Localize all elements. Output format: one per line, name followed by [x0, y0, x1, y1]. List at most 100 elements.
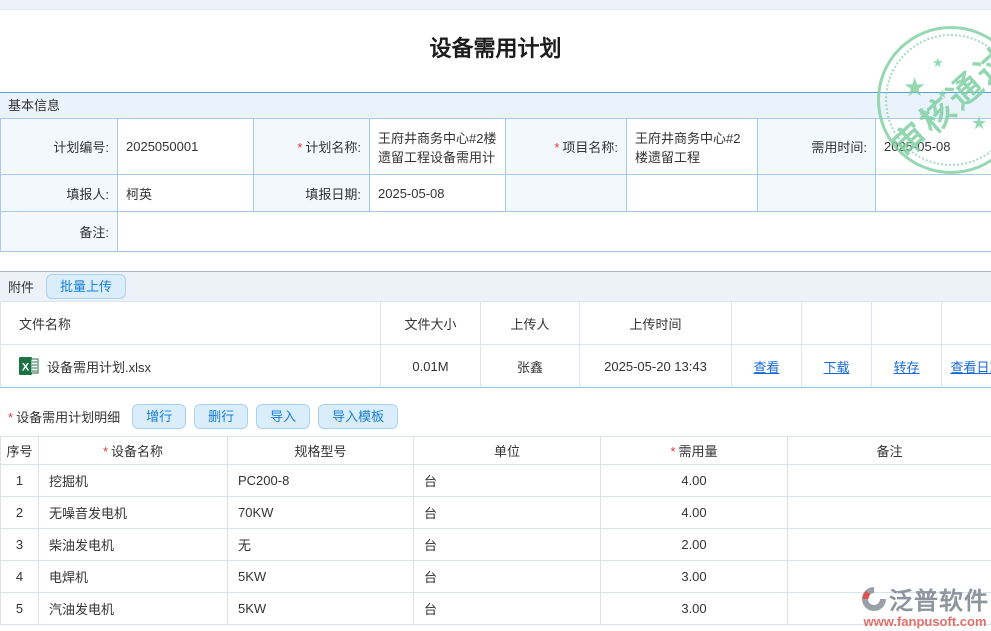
equipment-name-cell: 柴油发电机 [39, 529, 228, 561]
detail-row: 5 汽油发电机 5KW 台 3.00 [1, 593, 991, 625]
value-project-name: 王府井商务中心#2楼遗留工程 [627, 119, 758, 175]
view-log-link[interactable]: 查看日志 [950, 360, 991, 375]
spec-model-cell: 5KW [228, 561, 414, 593]
label-plan-name: *计划名称: [254, 119, 370, 175]
seq-cell: 2 [1, 497, 39, 529]
col-uploader: 上传人 [481, 302, 580, 345]
value-fill-date: 2025-05-08 [370, 175, 506, 212]
spec-model-cell: PC200-8 [228, 465, 414, 497]
svg-text:X: X [22, 362, 30, 374]
batch-upload-button[interactable]: 批量上传 [46, 274, 126, 299]
required-qty-cell: 4.00 [601, 497, 788, 529]
import-button[interactable]: 导入 [256, 404, 310, 429]
required-mark: * [8, 410, 13, 425]
col-file-name: 文件名称 [1, 302, 381, 345]
col-spec-model: 规格型号 [228, 437, 414, 465]
empty-value-cell [876, 175, 991, 212]
remark-cell [788, 529, 991, 561]
remark-cell [788, 593, 991, 625]
attachments-section-title: 附件 [8, 277, 34, 296]
col-action [942, 302, 991, 345]
value-plan-name: 王府井商务中心#2楼遗留工程设备需用计 [370, 119, 506, 175]
col-action [872, 302, 942, 345]
save-as-link[interactable]: 转存 [893, 360, 919, 375]
excel-file-icon: X [19, 356, 39, 376]
unit-cell: 台 [414, 593, 601, 625]
detail-row: 4 电焊机 5KW 台 3.00 [1, 561, 991, 593]
remark-cell [788, 465, 991, 497]
detail-row: 2 无噪音发电机 70KW 台 4.00 [1, 497, 991, 529]
details-section-header: *设备需用计划明细 增行 删行 导入 导入模板 [0, 398, 991, 434]
label-plan-no: 计划编号: [1, 119, 118, 175]
basic-info-table: 计划编号: 2025050001 *计划名称: 王府井商务中心#2楼遗留工程设备… [0, 118, 991, 252]
file-upload-time: 2025-05-20 13:43 [580, 345, 732, 388]
unit-cell: 台 [414, 529, 601, 561]
required-qty-cell: 2.00 [601, 529, 788, 561]
page: 设备需用计划 基本信息 计划编号: 2025050001 *计划名称: 王府井商… [0, 0, 991, 631]
file-name: 设备需用计划.xlsx [47, 357, 151, 376]
col-upload-time: 上传时间 [580, 302, 732, 345]
value-filler: 柯英 [118, 175, 254, 212]
label-project-name: *项目名称: [506, 119, 627, 175]
col-action [802, 302, 872, 345]
remark-cell [788, 561, 991, 593]
empty-label-cell [506, 175, 627, 212]
required-qty-cell: 4.00 [601, 465, 788, 497]
unit-cell: 台 [414, 561, 601, 593]
equipment-name-cell: 挖掘机 [39, 465, 228, 497]
required-qty-cell: 3.00 [601, 593, 788, 625]
attachments-table: 文件名称 文件大小 上传人 上传时间 [0, 301, 991, 388]
value-remark [118, 212, 991, 252]
required-qty-cell: 3.00 [601, 561, 788, 593]
col-unit: 单位 [414, 437, 601, 465]
empty-label-cell [758, 175, 876, 212]
download-link[interactable]: 下载 [823, 360, 849, 375]
detail-row: 3 柴油发电机 无 台 2.00 [1, 529, 991, 561]
seq-cell: 4 [1, 561, 39, 593]
required-mark: * [103, 444, 108, 459]
col-action [732, 302, 802, 345]
label-remark: 备注: [1, 212, 118, 252]
details-table: 序号 *设备名称 规格型号 单位 *需用量 备注 1 挖掘机 PC200-8 台… [0, 436, 991, 625]
equipment-name-cell: 汽油发电机 [39, 593, 228, 625]
remark-cell [788, 497, 991, 529]
label-filler: 填报人: [1, 175, 118, 212]
seq-cell: 1 [1, 465, 39, 497]
col-required-qty: *需用量 [601, 437, 788, 465]
detail-row: 1 挖掘机 PC200-8 台 4.00 [1, 465, 991, 497]
equipment-name-cell: 电焊机 [39, 561, 228, 593]
empty-value-cell [627, 175, 758, 212]
basic-info-section-title: 基本信息 [8, 98, 60, 113]
view-link[interactable]: 查看 [753, 360, 779, 375]
label-need-time: 需用时间: [758, 119, 876, 175]
unit-cell: 台 [414, 497, 601, 529]
required-mark: * [297, 140, 302, 155]
basic-info-section-header: 基本信息 [0, 92, 991, 118]
spec-model-cell: 70KW [228, 497, 414, 529]
value-need-time: 2025-05-08 [876, 119, 991, 175]
add-row-button[interactable]: 增行 [132, 404, 186, 429]
value-plan-no: 2025050001 [118, 119, 254, 175]
delete-row-button[interactable]: 删行 [194, 404, 248, 429]
col-file-size: 文件大小 [381, 302, 481, 345]
required-mark: * [670, 444, 675, 459]
col-equipment-name: *设备名称 [39, 437, 228, 465]
attachments-section-header: 附件 批量上传 [0, 271, 991, 301]
file-size: 0.01M [381, 345, 481, 388]
seq-cell: 5 [1, 593, 39, 625]
col-remark: 备注 [788, 437, 991, 465]
top-strip [0, 0, 991, 10]
col-seq: 序号 [1, 437, 39, 465]
page-title: 设备需用计划 [0, 34, 991, 64]
required-mark: * [554, 140, 559, 155]
file-name-cell: X 设备需用计划.xlsx [1, 345, 381, 388]
attachment-row: X 设备需用计划.xlsx 0.01M 张鑫 2025-05-20 13:43 … [1, 345, 991, 388]
details-section-title: *设备需用计划明细 [8, 407, 120, 426]
equipment-name-cell: 无噪音发电机 [39, 497, 228, 529]
label-fill-date: 填报日期: [254, 175, 370, 212]
seq-cell: 3 [1, 529, 39, 561]
file-uploader: 张鑫 [481, 345, 580, 388]
import-template-button[interactable]: 导入模板 [318, 404, 398, 429]
unit-cell: 台 [414, 465, 601, 497]
spec-model-cell: 无 [228, 529, 414, 561]
